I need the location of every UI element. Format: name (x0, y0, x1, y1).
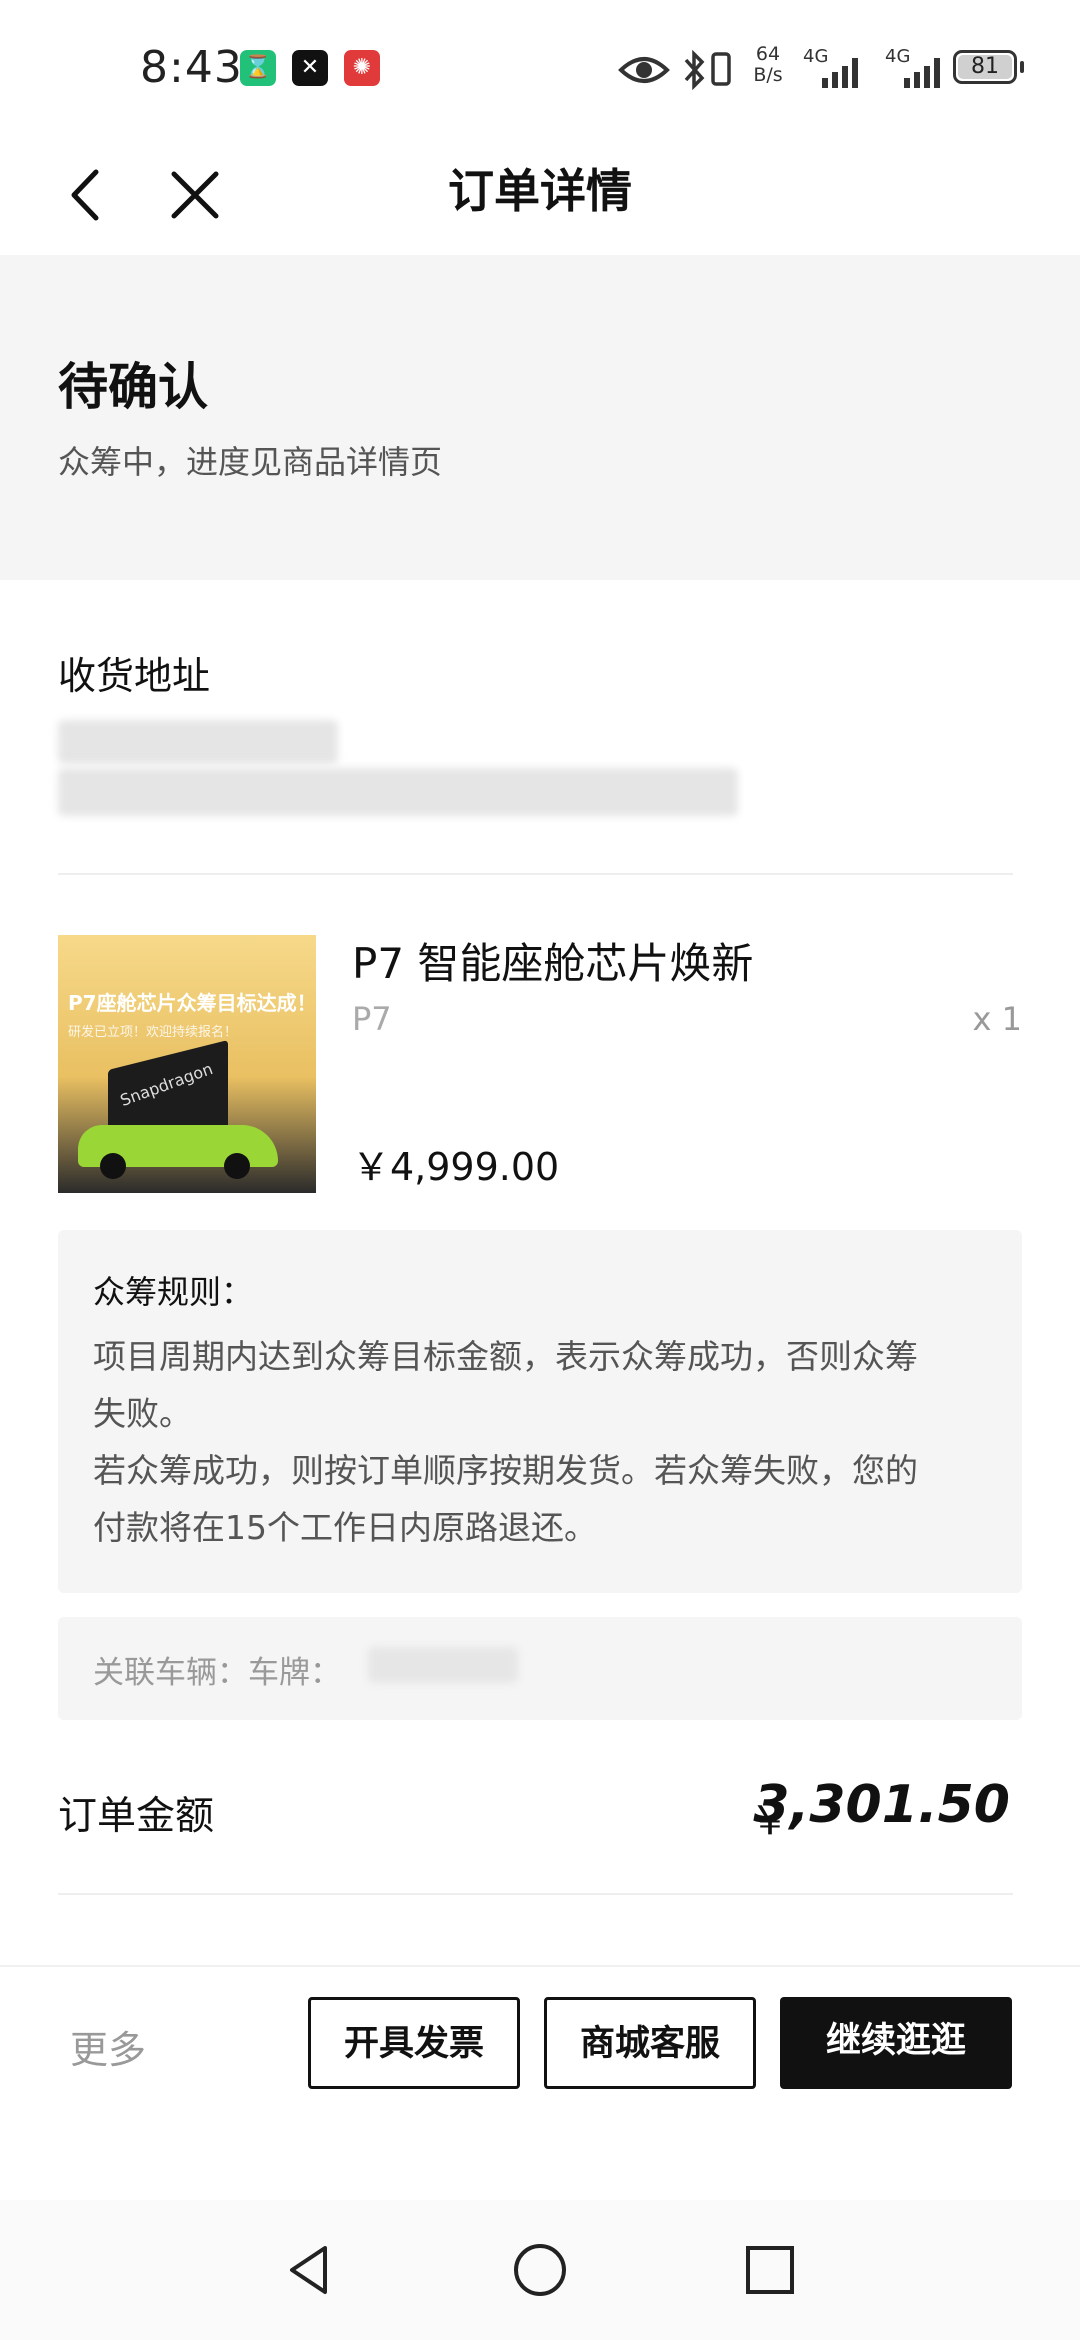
divider (58, 1893, 1013, 1895)
battery-icon: 81 (953, 50, 1024, 84)
product-image-wheel-front (100, 1153, 126, 1179)
product-price: ￥4,999.00 (352, 1145, 560, 1189)
hourglass-icon: ⌛ (240, 50, 276, 86)
more-button[interactable]: 更多 (70, 2019, 146, 2074)
address-title: 收货地址 (58, 654, 211, 698)
rules-title: 众筹规则： (93, 1273, 254, 1311)
rules-line: 失败。 (93, 1394, 192, 1433)
battery-level: 81 (958, 55, 1012, 79)
order-status-panel: 待确认 众筹中，进度见商品详情页 (0, 255, 1080, 580)
product-image-headline: P7座舱芯片众筹目标达成！ (68, 991, 316, 1015)
status-time: 8:43 (140, 42, 243, 93)
red-app-icon: ✺ (344, 50, 380, 86)
product-quantity: x 1 (972, 1000, 1022, 1038)
bluetooth-icon (684, 49, 705, 91)
address-name-redacted (58, 720, 338, 764)
customer-service-button[interactable]: 商城客服 (544, 1997, 756, 2089)
home-circle-icon[interactable] (510, 2240, 570, 2300)
net-speed-unit: B/s (753, 64, 783, 86)
address-detail-redacted (58, 768, 738, 816)
vibrate-icon (711, 52, 731, 86)
continue-shopping-button[interactable]: 继续逛逛 (780, 1997, 1012, 2089)
product-spec: P7 (352, 1000, 392, 1038)
capcut-icon: ✕ (292, 50, 328, 86)
eye-icon (618, 57, 670, 83)
net-speed-value: 64 (755, 43, 781, 65)
order-amount-label: 订单金额 (58, 1794, 215, 1839)
back-triangle-icon[interactable] (280, 2240, 340, 2300)
recents-square-icon[interactable] (740, 2240, 800, 2300)
linked-vehicle-label: 关联车辆：车牌： (93, 1655, 341, 1691)
license-plate-redacted (368, 1647, 518, 1683)
signal-icon (822, 58, 858, 88)
divider (58, 873, 1013, 875)
crowdfunding-rules-box: 众筹规则： 项目周期内达到众筹目标金额，表示众筹成功，否则众筹 失败。 若众筹成… (58, 1230, 1022, 1593)
linked-vehicle-box: 关联车辆：车牌： (58, 1617, 1022, 1720)
product-image-wheel-rear (224, 1153, 250, 1179)
system-navigation-bar (0, 2200, 1080, 2340)
product-image-subline: 研发已立项！欢迎持续报名！ (68, 1025, 238, 1040)
order-status-subtitle: 众筹中，进度见商品详情页 (58, 443, 443, 481)
rules-line: 项目周期内达到众筹目标金额，表示众筹成功，否则众筹 (93, 1337, 918, 1376)
net-speed: 64 B/s (748, 44, 788, 104)
page-title: 订单详情 (448, 164, 632, 218)
battery-tip (1020, 61, 1024, 73)
order-status-title: 待确认 (58, 358, 208, 416)
product-image[interactable]: P7座舱芯片众筹目标达成！ 研发已立项！欢迎持续报名！ Snapdragon (58, 935, 316, 1193)
order-amount-value: 3,301.50 (753, 1775, 1010, 1835)
nav-bar: 订单详情 (0, 135, 1080, 255)
rules-line: 若众筹成功，则按订单顺序按期发货。若众筹失败，您的 (93, 1451, 918, 1490)
rules-line: 付款将在15个工作日内原路退还。 (93, 1508, 597, 1547)
bottom-action-bar: 更多 开具发票 商城客服 继续逛逛 (0, 1965, 1080, 2112)
product-name[interactable]: P7 智能座舱芯片焕新 (352, 930, 753, 991)
status-bar: 8:43 ⌛ ✕ ✺ 64 B/s 4G 4G 81 (0, 0, 1080, 135)
signal-icon (904, 58, 940, 88)
invoice-button[interactable]: 开具发票 (308, 1997, 520, 2089)
